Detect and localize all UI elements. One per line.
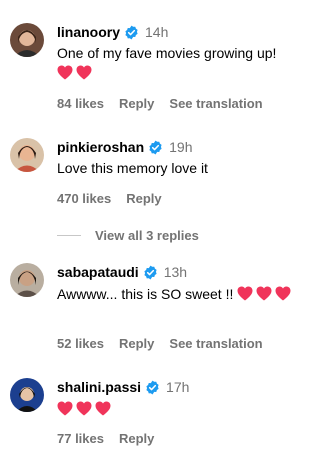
- verified-badge-icon: [145, 380, 160, 395]
- verified-badge-icon: [143, 265, 158, 280]
- comment-actions: 84 likes Reply See translation: [57, 96, 263, 111]
- heart-emoji-icon: [76, 401, 92, 416]
- reply-button[interactable]: Reply: [119, 96, 154, 111]
- likes-count[interactable]: 84 likes: [57, 96, 104, 111]
- comment-body: Love this memory love it: [57, 160, 208, 176]
- comment-text: [57, 399, 297, 419]
- heart-emoji-icon: [57, 401, 73, 416]
- comment-text: Love this memory love it: [57, 158, 297, 178]
- verified-badge-icon: [124, 25, 139, 40]
- reply-button[interactable]: Reply: [126, 191, 161, 206]
- verified-badge-icon: [148, 140, 163, 155]
- replies-divider: [57, 235, 81, 236]
- see-translation-button[interactable]: See translation: [169, 336, 262, 351]
- avatar[interactable]: [10, 378, 44, 412]
- see-translation-button[interactable]: See translation: [169, 96, 262, 111]
- heart-emoji-icon: [237, 286, 253, 301]
- username[interactable]: linanoory: [57, 24, 120, 40]
- avatar[interactable]: [10, 263, 44, 297]
- username[interactable]: shalini.passi: [57, 379, 141, 395]
- username[interactable]: pinkieroshan: [57, 139, 144, 155]
- comment-actions: 77 likes Reply: [57, 431, 154, 446]
- comment-body: One of my fave movies growing up!: [57, 45, 277, 61]
- heart-emoji-icon: [275, 286, 291, 301]
- view-replies-button[interactable]: View all 3 replies: [57, 228, 199, 243]
- heart-emoji-icon: [57, 65, 73, 80]
- comment-header: pinkieroshan 19h: [57, 139, 193, 155]
- comment-body: Awwww... this is SO sweet !!: [57, 286, 234, 302]
- comment-header: linanoory 14h: [57, 24, 168, 40]
- heart-emoji-icon: [76, 65, 92, 80]
- likes-count[interactable]: 77 likes: [57, 431, 104, 446]
- comment-time: 19h: [169, 139, 193, 155]
- reply-button[interactable]: Reply: [119, 336, 154, 351]
- avatar[interactable]: [10, 23, 44, 57]
- comment-text: One of my fave movies growing up!: [57, 43, 297, 83]
- comment-time: 14h: [145, 24, 169, 40]
- reply-button[interactable]: Reply: [119, 431, 154, 446]
- comment-header: sabapataudi 13h: [57, 264, 187, 280]
- avatar[interactable]: [10, 138, 44, 172]
- comment-time: 17h: [166, 379, 190, 395]
- heart-emoji-icon: [256, 286, 272, 301]
- comment-text: Awwww... this is SO sweet !!: [57, 284, 297, 304]
- likes-count[interactable]: 52 likes: [57, 336, 104, 351]
- heart-emoji-icon: [95, 401, 111, 416]
- comment-actions: 470 likes Reply: [57, 191, 162, 206]
- comment-header: shalini.passi 17h: [57, 379, 189, 395]
- comment-actions: 52 likes Reply See translation: [57, 336, 263, 351]
- comment-time: 13h: [163, 264, 188, 280]
- view-replies-label: View all 3 replies: [95, 228, 199, 243]
- username[interactable]: sabapataudi: [57, 264, 139, 280]
- likes-count[interactable]: 470 likes: [57, 191, 111, 206]
